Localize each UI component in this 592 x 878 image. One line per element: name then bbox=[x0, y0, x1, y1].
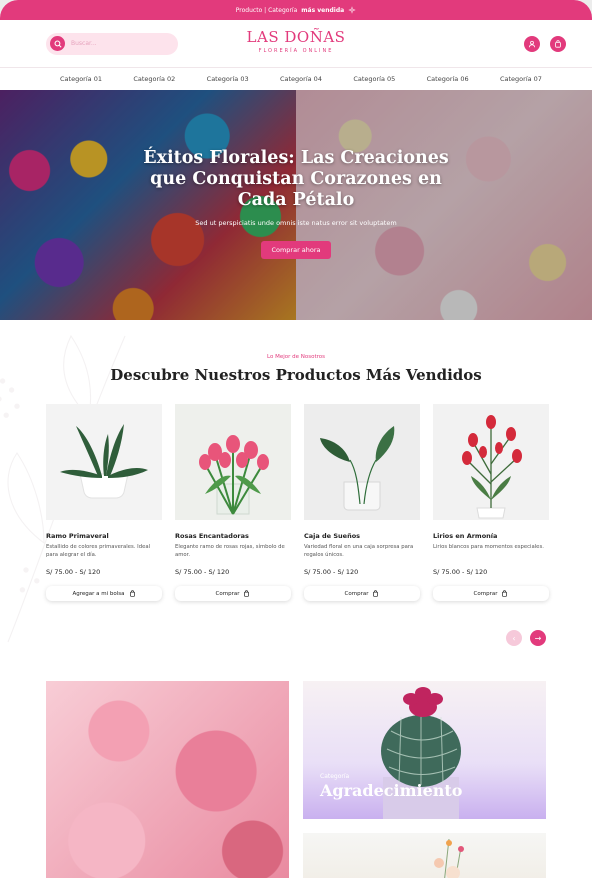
product-card[interactable]: Ramo Primaveral Estallido de colores pri… bbox=[46, 404, 162, 601]
product-card[interactable]: Caja de Sueños Variedad floral en una ca… bbox=[304, 404, 420, 601]
promo-bar: Producto | Categoría más vendida bbox=[0, 0, 592, 20]
bouquet-image bbox=[434, 838, 464, 878]
arrow-left-icon: ‹ bbox=[512, 633, 516, 643]
nav-item-categoria-01[interactable]: Categoría 01 bbox=[60, 75, 102, 83]
logo[interactable]: LAS DOÑAS FLORERÍA ONLINE bbox=[246, 28, 346, 55]
promo-bold: más vendida bbox=[301, 6, 345, 14]
product-price: S/ 75.00 - S/ 120 bbox=[175, 568, 230, 576]
product-name: Caja de Sueños bbox=[304, 532, 361, 540]
search-icon[interactable] bbox=[50, 36, 65, 51]
promo-text: Producto | Categoría bbox=[235, 6, 298, 14]
product-image-aloe[interactable] bbox=[46, 404, 162, 520]
hero-banner: Éxitos Florales: Las Creaciones que Conq… bbox=[0, 90, 592, 320]
category-name: Agradecimiento bbox=[320, 781, 463, 800]
nav-item-categoria-05[interactable]: Categoría 05 bbox=[353, 75, 395, 83]
nav-item-categoria-02[interactable]: Categoría 02 bbox=[133, 75, 175, 83]
bag-icon[interactable] bbox=[550, 35, 566, 52]
logo-subtitle: FLORERÍA ONLINE bbox=[258, 48, 334, 54]
product-description: Lirios blancos para momentos especiales. bbox=[433, 544, 544, 550]
product-description: Variedad floral en una caja sorpresa par… bbox=[304, 544, 414, 558]
buy-button[interactable]: Comprar bbox=[175, 586, 291, 601]
carousel-next-button[interactable]: → bbox=[530, 630, 546, 646]
page: Producto | Categoría más vendida Buscar.… bbox=[0, 0, 592, 878]
buy-button[interactable]: Comprar bbox=[433, 586, 549, 601]
product-image-leaf-vase[interactable] bbox=[304, 404, 420, 520]
product-name: Rosas Encantadoras bbox=[175, 532, 249, 540]
hero-title: Éxitos Florales: Las Creaciones que Conq… bbox=[143, 148, 449, 210]
button-label: Comprar bbox=[344, 590, 369, 597]
bag-icon bbox=[502, 590, 508, 597]
hero-subtitle: Sed ut perspiciatis unde omnis iste natu… bbox=[195, 219, 397, 227]
product-price: S/ 75.00 - S/ 120 bbox=[46, 568, 101, 576]
bag-icon bbox=[244, 590, 250, 597]
hero-content: Éxitos Florales: Las Creaciones que Conq… bbox=[0, 148, 592, 259]
buy-button[interactable]: Comprar bbox=[304, 586, 420, 601]
category-nav: Categoría 01 Categoría 02 Categoría 03 C… bbox=[0, 68, 592, 90]
arrow-right-icon: → bbox=[534, 633, 542, 643]
product-list: Ramo Primaveral Estallido de colores pri… bbox=[46, 404, 549, 601]
product-price: S/ 75.00 - S/ 120 bbox=[304, 568, 359, 576]
hero-cta-button[interactable]: Comprar ahora bbox=[261, 241, 331, 259]
nav-item-categoria-04[interactable]: Categoría 04 bbox=[280, 75, 322, 83]
add-to-bag-button[interactable]: Agregar a mi bolsa bbox=[46, 586, 162, 601]
product-image-red-lilies[interactable] bbox=[433, 404, 549, 520]
bestsellers-section: Lo Mejor de Nosotros Descubre Nuestros P… bbox=[0, 320, 592, 680]
carousel-prev-button[interactable]: ‹ bbox=[506, 630, 522, 646]
search-input[interactable]: Buscar... bbox=[46, 32, 178, 55]
flower-icon bbox=[349, 6, 356, 14]
category-image-bouquet[interactable] bbox=[303, 833, 546, 878]
product-card[interactable]: Rosas Encantadoras Elegante ramo de rosa… bbox=[175, 404, 291, 601]
nav-item-categoria-07[interactable]: Categoría 07 bbox=[500, 75, 542, 83]
button-label: Comprar bbox=[473, 590, 498, 597]
search-placeholder: Buscar... bbox=[71, 40, 97, 47]
product-name: Ramo Primaveral bbox=[46, 532, 109, 540]
header-actions bbox=[524, 35, 566, 52]
category-image-pink-roses[interactable] bbox=[46, 681, 289, 878]
product-description: Estallido de colores primaverales. Ideal… bbox=[46, 544, 151, 558]
button-label: Agregar a mi bolsa bbox=[72, 590, 125, 597]
logo-text: LAS DOÑAS bbox=[246, 28, 346, 46]
header: Buscar... LAS DOÑAS FLORERÍA ONLINE bbox=[0, 20, 592, 68]
product-description: Elegante ramo de rosas rojas, símbolo de… bbox=[175, 544, 285, 558]
nav-item-categoria-03[interactable]: Categoría 03 bbox=[207, 75, 249, 83]
category-label: Categoría bbox=[320, 773, 350, 780]
nav-item-categoria-06[interactable]: Categoría 06 bbox=[427, 75, 469, 83]
user-icon[interactable] bbox=[524, 35, 540, 52]
product-image-tulips[interactable] bbox=[175, 404, 291, 520]
carousel-controls: ‹ → bbox=[506, 630, 546, 646]
product-name: Lirios en Armonía bbox=[433, 532, 498, 540]
bag-icon bbox=[129, 590, 135, 597]
product-card[interactable]: Lirios en Armonía Lirios blancos para mo… bbox=[433, 404, 549, 601]
button-label: Comprar bbox=[215, 590, 240, 597]
product-price: S/ 75.00 - S/ 120 bbox=[433, 568, 488, 576]
category-card-agradecimiento[interactable]: Categoría Agradecimiento bbox=[303, 681, 546, 819]
bag-icon bbox=[373, 590, 379, 597]
